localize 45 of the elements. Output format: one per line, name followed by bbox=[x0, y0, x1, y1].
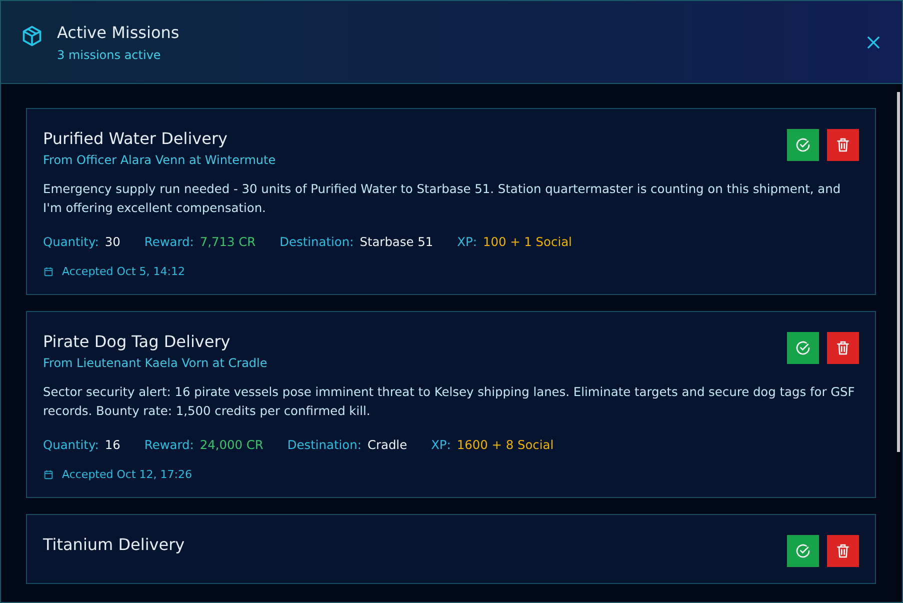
mission-title: Titanium Delivery bbox=[43, 535, 185, 554]
check-circle-icon bbox=[795, 340, 811, 356]
missions-count: 3 missions active bbox=[57, 48, 162, 62]
mission-title: Purified Water Delivery bbox=[43, 129, 228, 148]
field-value: 24,000 CR bbox=[200, 438, 264, 452]
mission-giver: From Officer Alara Venn at Wintermute bbox=[43, 153, 276, 167]
complete-button[interactable] bbox=[787, 535, 819, 567]
close-icon[interactable] bbox=[867, 36, 880, 48]
check-circle-icon bbox=[795, 543, 811, 559]
field-label: Reward: bbox=[144, 235, 194, 249]
field-value: 16 bbox=[104, 438, 120, 452]
scrollbar[interactable] bbox=[894, 84, 902, 602]
accepted-date: Accepted Oct 12, 17:26 bbox=[62, 468, 192, 481]
field-value: Starbase 51 bbox=[360, 235, 434, 249]
trash-icon bbox=[835, 543, 851, 559]
field-value: 1600 + 8 Social bbox=[456, 438, 554, 452]
calendar-icon bbox=[43, 469, 54, 480]
field-label: XP: bbox=[431, 438, 451, 452]
field-value: Cradle bbox=[367, 438, 408, 452]
field-label: Destination: bbox=[287, 438, 362, 452]
delete-button[interactable] bbox=[827, 129, 859, 161]
delete-button[interactable] bbox=[827, 535, 859, 567]
scrollbar-thumb[interactable] bbox=[896, 92, 900, 452]
field-label: XP: bbox=[457, 235, 477, 249]
field-value: 7,713 CR bbox=[200, 235, 256, 249]
panel-title: Active Missions bbox=[57, 22, 180, 42]
field-label: Destination: bbox=[280, 235, 354, 249]
field-label: Reward: bbox=[144, 438, 194, 452]
field-label: Quantity: bbox=[43, 235, 99, 249]
mission-giver: From Lieutenant Kaela Vorn at Cradle bbox=[43, 356, 268, 370]
complete-button[interactable] bbox=[787, 129, 819, 161]
mission-description: Sector security alert: 16 pirate vessels pose imminent threat to Kelsey shipping lanes. Eliminate targets and secure dog tags for GSF records. Bounty rate: 1,500 credits per confirmed kill. bbox=[43, 384, 856, 420]
trash-icon bbox=[835, 137, 851, 153]
trash-icon bbox=[835, 340, 851, 356]
field-value: 100 + 1 Social bbox=[482, 235, 572, 249]
calendar-icon bbox=[43, 266, 54, 277]
complete-button[interactable] bbox=[787, 332, 819, 364]
accepted-date: Accepted Oct 5, 14:12 bbox=[62, 265, 185, 278]
check-circle-icon bbox=[795, 137, 811, 153]
field-value: 30 bbox=[104, 235, 120, 249]
field-label: Quantity: bbox=[43, 438, 99, 452]
delete-button[interactable] bbox=[827, 332, 859, 364]
box-icon bbox=[21, 25, 43, 47]
mission-description: Emergency supply run needed - 30 units of Purified Water to Starbase 51. Station quartermaster is counting on this shipment, and I'm offering excellent compensation. bbox=[43, 181, 842, 217]
mission-title: Pirate Dog Tag Delivery bbox=[43, 332, 232, 351]
